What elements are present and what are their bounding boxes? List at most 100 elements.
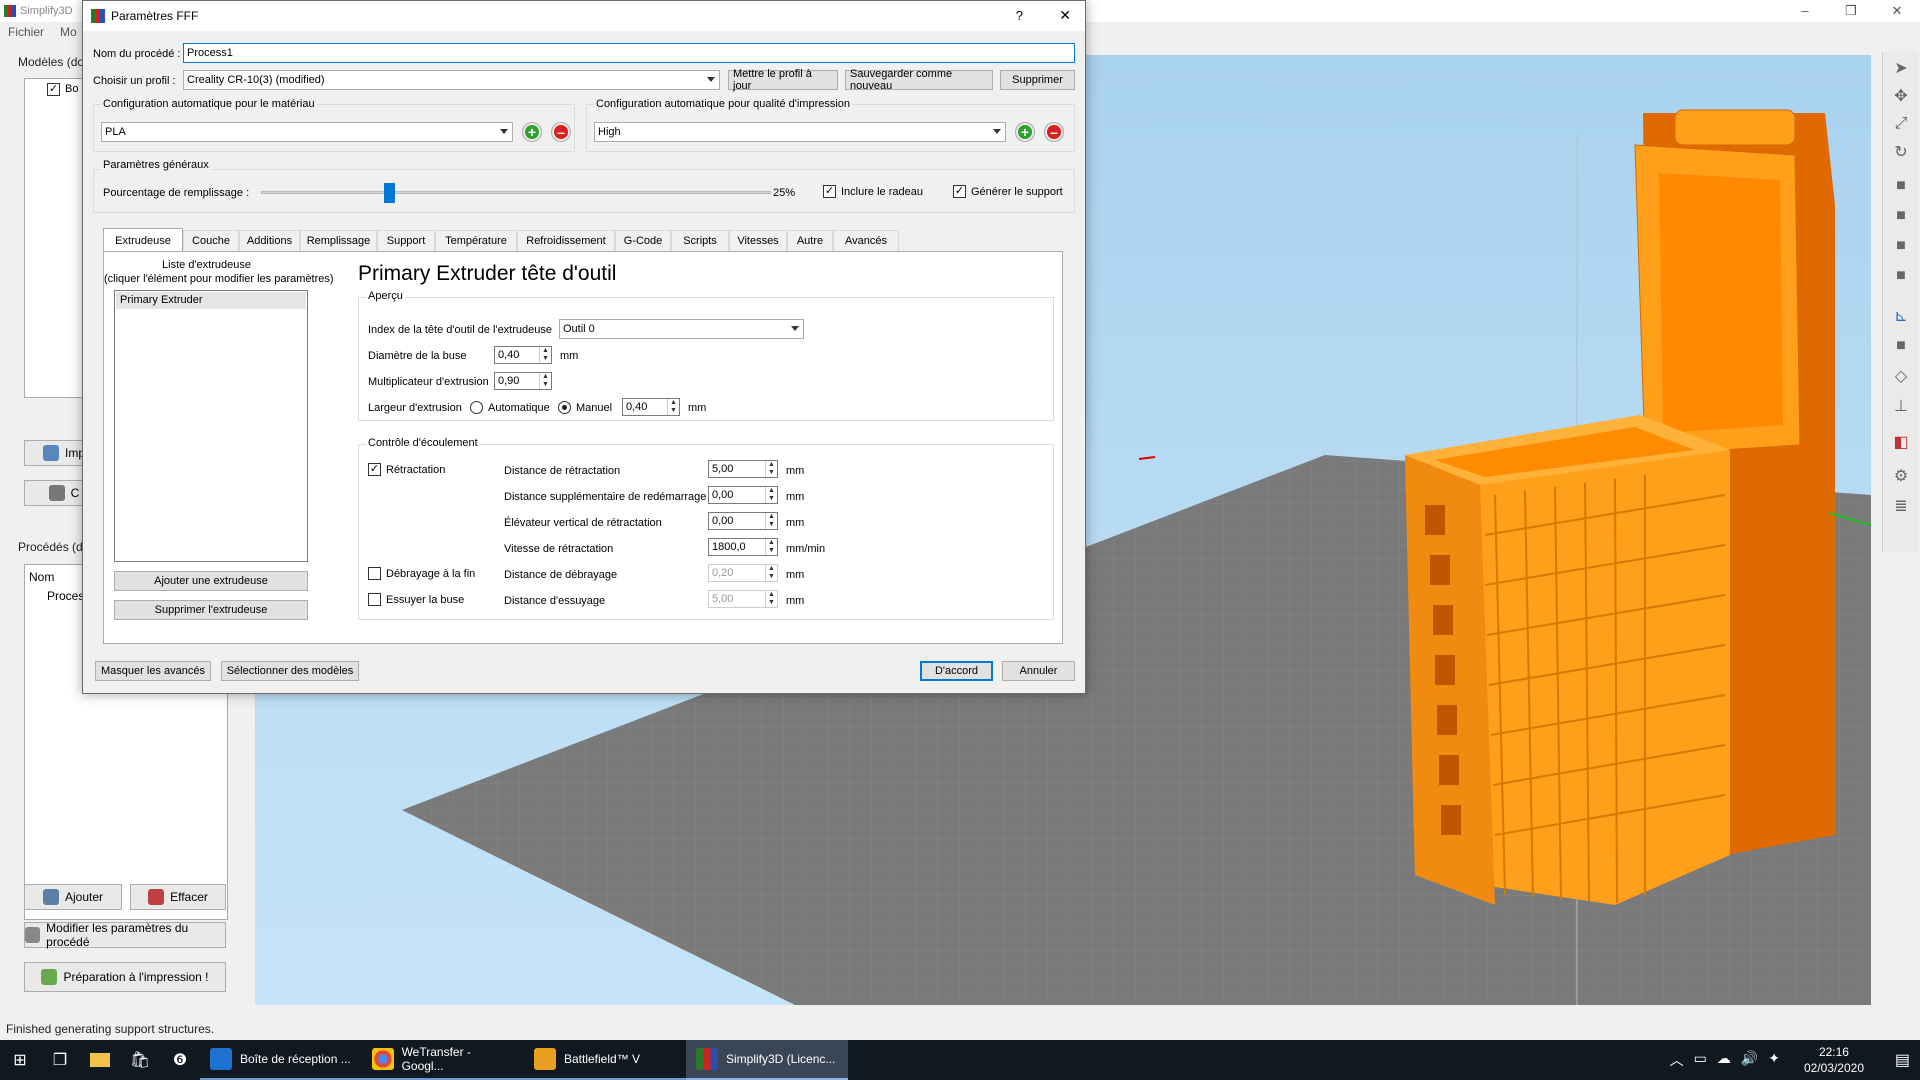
view-side-icon[interactable]: ■ bbox=[1891, 266, 1911, 286]
close-window-button[interactable]: ✕ bbox=[1874, 0, 1920, 22]
stepper-arrows[interactable]: ▲ ▼ bbox=[765, 591, 777, 607]
profile-select[interactable]: Creality CR-10(3) (modified) bbox=[183, 70, 720, 90]
stepper-arrows[interactable]: ▲ ▼ bbox=[539, 373, 551, 389]
network-icon[interactable]: ▭ bbox=[1694, 1050, 1707, 1070]
file-explorer-icon[interactable] bbox=[80, 1040, 120, 1080]
process-item[interactable]: Proces bbox=[47, 589, 84, 603]
menu-models[interactable]: Mo bbox=[52, 25, 85, 39]
taskbar-app-simplify3d[interactable]: Simplify3D (Licenc... bbox=[686, 1040, 848, 1080]
add-quality-icon[interactable]: + bbox=[1016, 123, 1034, 141]
model-item[interactable]: Bo bbox=[65, 83, 78, 95]
zoom-icon[interactable]: ⤢ bbox=[1891, 114, 1911, 134]
tab-speeds[interactable]: Vitesses bbox=[729, 230, 787, 251]
add-process-button[interactable]: Ajouter bbox=[24, 884, 122, 910]
dropbox-icon[interactable]: ✦ bbox=[1768, 1050, 1780, 1070]
tab-gcode[interactable]: G-Code bbox=[615, 230, 671, 251]
quality-select[interactable]: High bbox=[594, 122, 1006, 142]
section-icon[interactable]: ◧ bbox=[1891, 432, 1911, 452]
extruder-list[interactable]: Primary Extruder bbox=[114, 290, 308, 562]
remove-extruder-button[interactable]: Supprimer l'extrudeuse bbox=[114, 600, 308, 620]
cancel-button[interactable]: Annuler bbox=[1002, 661, 1075, 681]
view-default-icon[interactable]: ■ bbox=[1891, 176, 1911, 196]
remove-quality-icon[interactable]: – bbox=[1045, 123, 1063, 141]
extrusion-multiplier-input[interactable]: 0,90 ▲ ▼ bbox=[494, 372, 552, 390]
raft-checkbox[interactable]: ✓ bbox=[823, 185, 836, 198]
volume-icon[interactable]: 🔊 bbox=[1741, 1050, 1758, 1070]
taskbar-app-chrome[interactable]: WeTransfer - Googl... bbox=[362, 1040, 524, 1080]
dialog-close-button[interactable]: ✕ bbox=[1059, 7, 1071, 24]
tab-support[interactable]: Support bbox=[377, 230, 435, 251]
infill-slider-thumb[interactable] bbox=[384, 183, 395, 203]
settings-gear-icon[interactable]: ⚙ bbox=[1891, 466, 1911, 486]
model-checkbox[interactable]: ✓ bbox=[47, 83, 60, 96]
tab-temperature[interactable]: Température bbox=[435, 230, 517, 251]
infill-slider[interactable] bbox=[261, 183, 771, 203]
restart-distance-input[interactable]: 0,00 ▲ ▼ bbox=[708, 486, 778, 504]
view-top-icon[interactable]: ■ bbox=[1891, 236, 1911, 256]
tab-advanced[interactable]: Avancés bbox=[833, 230, 899, 251]
add-extruder-button[interactable]: Ajouter une extrudeuse bbox=[114, 571, 308, 591]
clock[interactable]: 22:16 02/03/2020 bbox=[1804, 1044, 1864, 1076]
taskbar-app-mail[interactable]: Boîte de réception ... bbox=[200, 1040, 362, 1080]
help-button[interactable]: ? bbox=[1016, 8, 1023, 23]
edit-process-button[interactable]: Modifier les paramètres du procédé bbox=[24, 921, 226, 949]
tab-layer[interactable]: Couche bbox=[183, 230, 239, 251]
bed-icon[interactable]: ⊥ bbox=[1891, 396, 1911, 416]
prepare-print-button[interactable]: Préparation à l'impression ! bbox=[24, 962, 226, 992]
width-manual-radio[interactable] bbox=[558, 401, 571, 414]
vertical-lift-input[interactable]: 0,00 ▲ ▼ bbox=[708, 512, 778, 530]
store-icon[interactable]: 🛍 bbox=[120, 1040, 160, 1080]
chevron-up-icon[interactable]: ︿ bbox=[1670, 1050, 1684, 1070]
stepper-arrows[interactable]: ▲ ▼ bbox=[765, 565, 777, 581]
cloud-icon[interactable]: ☁ bbox=[1717, 1050, 1731, 1070]
tab-additions[interactable]: Additions bbox=[239, 230, 300, 251]
menu-file[interactable]: Fichier bbox=[0, 25, 52, 39]
stepper-arrows[interactable]: ▲ ▼ bbox=[765, 513, 777, 529]
tab-infill[interactable]: Remplissage bbox=[300, 230, 377, 251]
stepper-arrows[interactable]: ▲ ▼ bbox=[765, 487, 777, 503]
wipe-distance-input[interactable]: 5,00 ▲ ▼ bbox=[708, 590, 778, 608]
stepper-arrows[interactable]: ▲ ▼ bbox=[765, 539, 777, 555]
ok-button[interactable]: D'accord bbox=[920, 661, 993, 681]
wireframe-icon[interactable]: ◇ bbox=[1891, 366, 1911, 386]
taskbar-app-battlefield[interactable]: Battlefield™ V bbox=[524, 1040, 686, 1080]
app-launcher-icon[interactable]: ❻ bbox=[160, 1040, 200, 1080]
windows-start-icon[interactable]: ⊞ bbox=[0, 1040, 40, 1080]
tab-other[interactable]: Autre bbox=[787, 230, 833, 251]
view-front-icon[interactable]: ■ bbox=[1891, 206, 1911, 226]
retraction-checkbox[interactable]: ✓ bbox=[368, 463, 381, 476]
material-select[interactable]: PLA bbox=[101, 122, 513, 142]
minimize-button[interactable]: – bbox=[1782, 0, 1828, 22]
tab-scripts[interactable]: Scripts bbox=[671, 230, 729, 251]
move-icon[interactable]: ✥ bbox=[1891, 86, 1911, 106]
hide-advanced-button[interactable]: Masquer les avancés bbox=[95, 661, 211, 681]
update-profile-button[interactable]: Mettre le profil à jour bbox=[728, 68, 838, 92]
remove-material-icon[interactable]: – bbox=[552, 123, 570, 141]
tab-extruder[interactable]: Extrudeuse bbox=[103, 228, 183, 252]
process-name-input[interactable]: Process1 bbox=[183, 43, 1075, 63]
notification-icon[interactable]: ▤ bbox=[1895, 1050, 1910, 1070]
stepper-arrows[interactable]: ▲ ▼ bbox=[539, 347, 551, 363]
coast-checkbox[interactable] bbox=[368, 567, 381, 580]
maximize-button[interactable]: ❐ bbox=[1828, 0, 1874, 22]
stepper-arrows[interactable]: ▲ ▼ bbox=[667, 399, 679, 415]
coast-distance-input[interactable]: 0,20 ▲ ▼ bbox=[708, 564, 778, 582]
select-models-button[interactable]: Sélectionner des modèles bbox=[221, 661, 359, 681]
delete-profile-button[interactable]: Supprimer bbox=[1000, 70, 1075, 90]
add-material-icon[interactable]: + bbox=[523, 123, 541, 141]
layers-icon[interactable]: ≣ bbox=[1891, 496, 1911, 516]
extruder-list-item[interactable]: Primary Extruder bbox=[116, 292, 306, 309]
retraction-distance-input[interactable]: 5,00 ▲ ▼ bbox=[708, 460, 778, 478]
retraction-speed-input[interactable]: 1800,0 ▲ ▼ bbox=[708, 538, 778, 556]
task-view-icon[interactable]: ❐ bbox=[40, 1040, 80, 1080]
stepper-arrows[interactable]: ▲ ▼ bbox=[765, 461, 777, 477]
select-cursor-icon[interactable]: ➤ bbox=[1891, 58, 1911, 78]
support-checkbox[interactable]: ✓ bbox=[953, 185, 966, 198]
save-as-new-button[interactable]: Sauvegarder comme nouveau bbox=[845, 68, 993, 92]
solid-view-icon[interactable]: ■ bbox=[1891, 336, 1911, 356]
width-auto-radio[interactable] bbox=[470, 401, 483, 414]
nozzle-diameter-input[interactable]: 0,40 ▲ ▼ bbox=[494, 346, 552, 364]
tab-cooling[interactable]: Refroidissement bbox=[517, 230, 615, 251]
delete-process-button[interactable]: Effacer bbox=[130, 884, 226, 910]
axes-icon[interactable]: ⊾ bbox=[1891, 306, 1911, 326]
